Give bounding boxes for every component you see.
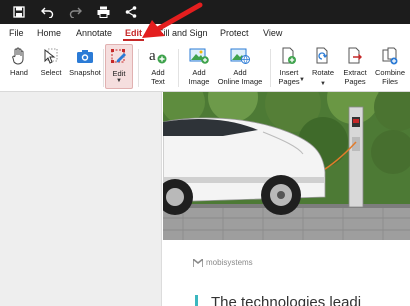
add-text-icon: a — [147, 46, 169, 66]
document-page[interactable]: mobisystems The technologies leadi — [163, 92, 410, 306]
snapshot-label: Snapshot — [69, 68, 101, 77]
brand-text: mobisystems — [206, 258, 253, 267]
add-online-image-label-line1: Add — [233, 68, 247, 77]
chevron-down-icon[interactable]: ▼ — [299, 77, 305, 83]
brand-mark-icon — [193, 258, 203, 267]
rotate-label: Rotate — [311, 68, 335, 77]
snapshot-icon — [74, 46, 96, 66]
ribbon-separator — [138, 49, 139, 87]
hand-label: Hand — [10, 68, 28, 77]
redo-icon[interactable] — [64, 2, 86, 22]
combine-files-button[interactable]: Combine Files — [373, 46, 407, 86]
ribbon-separator — [103, 49, 104, 87]
edit-button[interactable]: Edit ▼ — [105, 44, 133, 89]
combine-files-label-line2: Files — [382, 77, 398, 86]
add-online-image-label-line2: Online Image — [217, 77, 263, 86]
svg-text:a: a — [149, 48, 156, 64]
chevron-down-icon: ▼ — [116, 78, 122, 84]
add-image-icon — [188, 46, 210, 66]
red-arrow-annotation — [142, 2, 203, 38]
add-text-label-line2: Text — [151, 77, 165, 86]
undo-icon[interactable] — [36, 2, 58, 22]
add-online-image-button[interactable]: Add Online Image — [217, 46, 263, 86]
combine-files-icon — [379, 46, 401, 66]
combine-files-label-line1: Combine — [374, 68, 405, 77]
add-online-image-icon — [229, 46, 251, 66]
add-image-label-line1: Add — [192, 68, 206, 77]
add-text-label-line1: Add — [151, 68, 165, 77]
menu-annotate[interactable]: Annotate — [76, 28, 112, 38]
hand-button[interactable]: Hand — [6, 46, 32, 77]
select-icon — [40, 46, 62, 66]
insert-pages-label-line2: Pages — [278, 77, 300, 86]
extract-pages-icon — [344, 46, 366, 66]
ribbon-toolbar: Hand Select Snapshot Edit ▼ a Add Text A… — [0, 43, 410, 92]
edit-label: Edit — [112, 69, 126, 78]
add-image-button[interactable]: Add Image — [185, 46, 213, 86]
add-text-button[interactable]: a Add Text — [144, 46, 172, 86]
save-icon[interactable] — [8, 2, 30, 22]
menu-view[interactable]: View — [263, 28, 282, 38]
hand-icon — [8, 46, 30, 66]
brand-logo: mobisystems — [193, 258, 253, 267]
select-label: Select — [40, 68, 62, 77]
quote-accent-bar — [195, 295, 198, 306]
snapshot-button[interactable]: Snapshot — [68, 46, 102, 77]
insert-pages-icon — [278, 46, 300, 66]
navigation-panel — [0, 92, 162, 306]
menu-file[interactable]: File — [9, 28, 24, 38]
insert-pages-label-line1: Insert — [279, 68, 299, 77]
add-image-label-line2: Image — [188, 77, 210, 86]
menu-home[interactable]: Home — [37, 28, 61, 38]
extract-pages-button[interactable]: Extract Pages — [340, 46, 370, 86]
print-icon[interactable] — [92, 2, 114, 22]
rotate-icon — [312, 46, 334, 66]
ribbon-separator — [270, 49, 271, 87]
extract-pages-label-line1: Extract — [343, 68, 367, 77]
rotate-button[interactable]: Rotate — [309, 46, 337, 77]
document-headline: The technologies leadi — [211, 294, 362, 306]
chevron-down-icon[interactable]: ▼ — [320, 81, 326, 87]
edit-icon — [108, 47, 130, 67]
ribbon-separator — [178, 49, 179, 87]
menu-protect[interactable]: Protect — [220, 28, 249, 38]
extract-pages-label-line2: Pages — [344, 77, 366, 86]
car-charging-image — [163, 92, 410, 240]
select-button[interactable]: Select — [38, 46, 64, 77]
